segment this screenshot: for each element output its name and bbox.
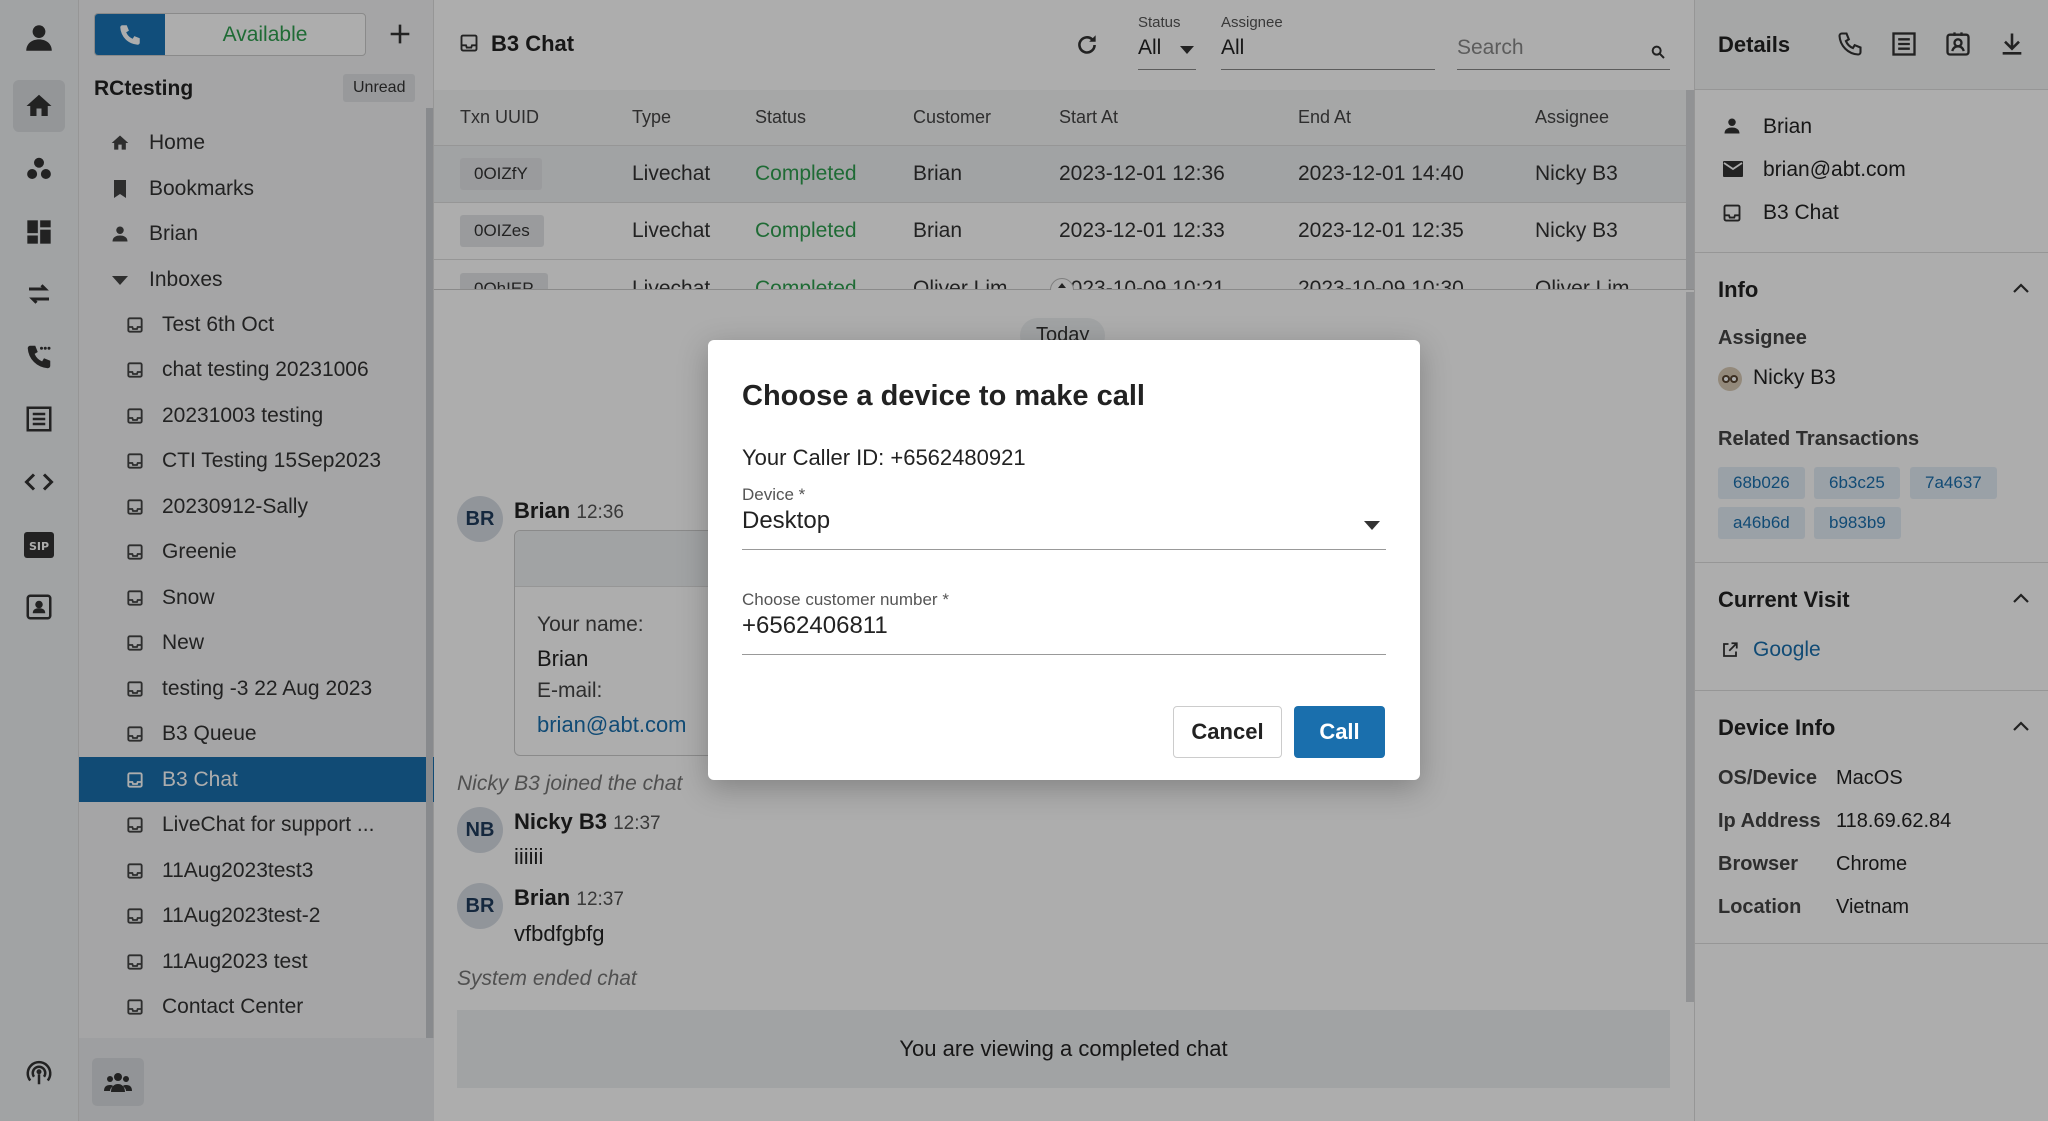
customer-number-field[interactable]: +6562406811 xyxy=(742,612,1386,655)
make-call-dialog: Choose a device to make call Your Caller… xyxy=(708,340,1420,780)
device-label: Device * xyxy=(742,485,806,504)
cancel-button[interactable]: Cancel xyxy=(1173,706,1282,758)
device-select-value: Desktop xyxy=(742,507,831,534)
caller-id: Your Caller ID: +6562480921 xyxy=(742,445,1026,470)
dialog-title: Choose a device to make call xyxy=(742,380,1145,412)
call-button[interactable]: Call xyxy=(1294,706,1385,758)
caret-down-icon xyxy=(1364,521,1380,530)
customer-number-label: Choose customer number * xyxy=(742,590,949,609)
device-select[interactable]: Desktop xyxy=(742,507,1386,550)
